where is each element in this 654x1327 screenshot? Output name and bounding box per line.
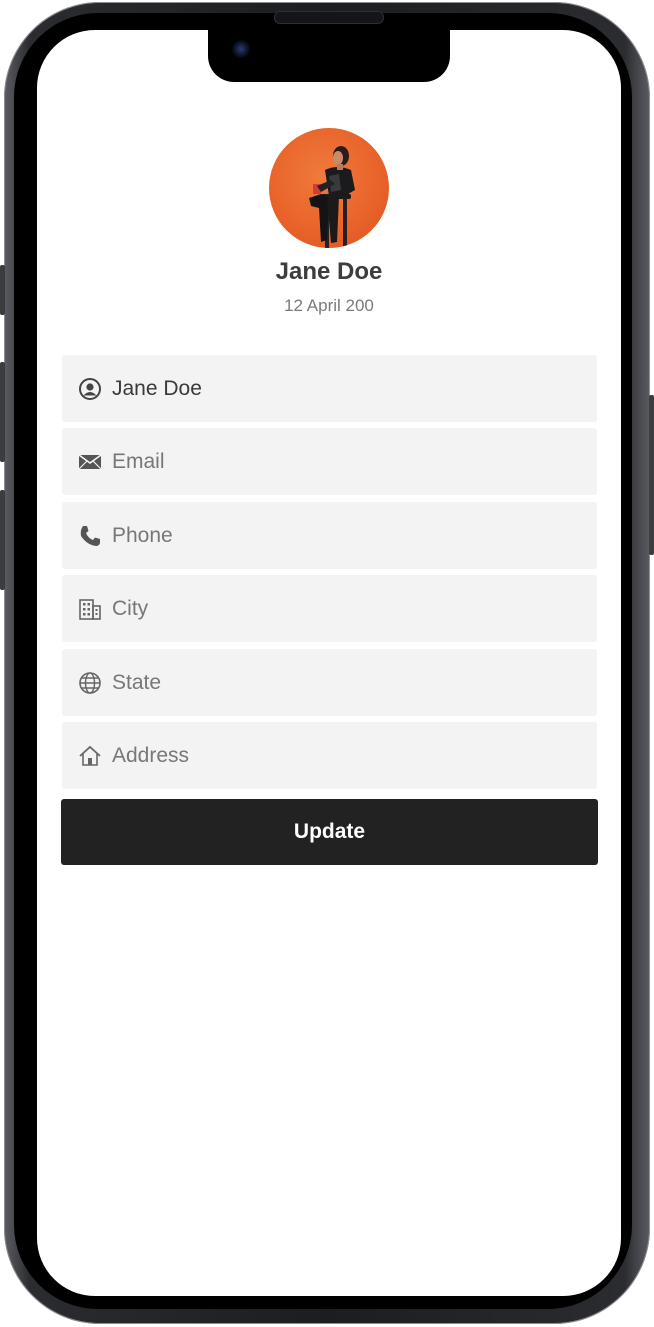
address-field[interactable]: Address: [62, 722, 597, 789]
volume-up-button: [0, 362, 5, 462]
user-circle-icon: [78, 377, 102, 401]
profile-avatar[interactable]: [269, 128, 389, 248]
state-field-placeholder[interactable]: State: [112, 671, 161, 695]
phone-icon: [78, 524, 102, 548]
building-icon: [78, 597, 102, 621]
person-photo-illustration: [309, 146, 355, 248]
profile-name: Jane Doe: [275, 258, 383, 285]
city-field-placeholder[interactable]: City: [112, 597, 148, 621]
mail-icon: [78, 450, 102, 474]
power-button: [649, 395, 654, 555]
profile-date-of-birth: 12 April 200: [284, 296, 374, 315]
email-field[interactable]: Email: [62, 428, 597, 495]
earpiece-speaker: [274, 11, 384, 24]
mute-switch: [0, 265, 5, 315]
app-screen: Jane Doe 12 April 200 Jane Doe Email Pho…: [37, 30, 621, 1296]
phone-field-placeholder[interactable]: Phone: [112, 524, 173, 548]
state-field[interactable]: State: [62, 649, 597, 716]
name-field[interactable]: Jane Doe: [62, 355, 597, 422]
city-field[interactable]: City: [62, 575, 597, 642]
front-camera: [232, 40, 250, 58]
update-button[interactable]: Update: [61, 799, 598, 865]
phone-field[interactable]: Phone: [62, 502, 597, 569]
address-field-placeholder[interactable]: Address: [112, 744, 189, 768]
globe-icon: [78, 671, 102, 695]
volume-down-button: [0, 490, 5, 590]
name-field-value[interactable]: Jane Doe: [112, 377, 202, 401]
home-icon: [78, 744, 102, 768]
email-field-placeholder[interactable]: Email: [112, 450, 165, 474]
